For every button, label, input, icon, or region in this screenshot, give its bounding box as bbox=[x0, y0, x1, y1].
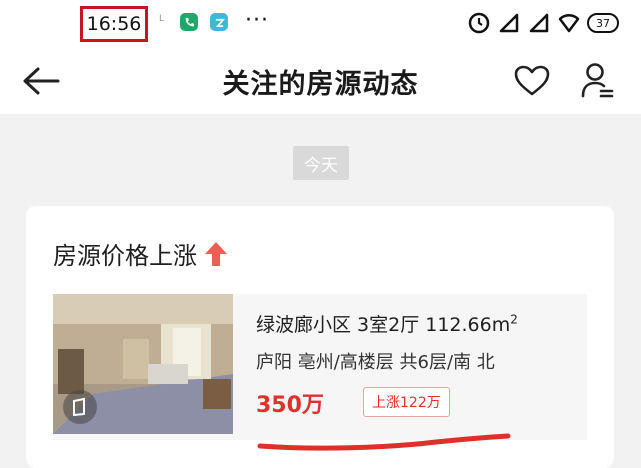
price-change-badge: 上涨122万 bbox=[363, 387, 450, 417]
status-l-label: L bbox=[159, 14, 165, 24]
chat-app-icon bbox=[210, 13, 228, 31]
listing-title: 绿波廊小区 3室2厅 112.66m2 bbox=[256, 312, 518, 336]
listing-location: 庐阳 亳州/高楼层 共6层/南 北 bbox=[256, 352, 495, 373]
battery-icon: 37 bbox=[587, 13, 619, 33]
signal-icon bbox=[497, 11, 521, 35]
listing-photo bbox=[53, 294, 233, 434]
area-unit-superscript: 2 bbox=[510, 312, 518, 327]
date-chip: 今天 bbox=[293, 146, 349, 180]
signal-2-icon bbox=[527, 11, 551, 35]
heart-icon bbox=[514, 65, 550, 96]
phone-app-icon bbox=[180, 13, 198, 31]
status-bar: 16:56 L ··· 37 bbox=[0, 0, 641, 48]
status-icons: 37 bbox=[467, 11, 619, 35]
price-up-arrow-icon bbox=[205, 241, 227, 266]
section-header: 房源价格上涨 bbox=[53, 236, 229, 271]
favorite-button[interactable] bbox=[512, 62, 552, 100]
user-list-icon bbox=[581, 63, 614, 98]
wifi-icon bbox=[557, 11, 581, 35]
listing-price: 350万 bbox=[256, 393, 324, 418]
red-underline-annotation bbox=[257, 433, 511, 451]
price-change-card: 房源价格上涨 绿波廊小区 3室2厅 112.66m2 庐阳 亳州/高楼层 共6层… bbox=[26, 206, 614, 468]
more-notifications-icon: ··· bbox=[245, 8, 269, 33]
nav-bar: 关注的房源动态 bbox=[0, 48, 641, 114]
status-time: 16:56 bbox=[80, 6, 148, 42]
section-title: 房源价格上涨 bbox=[53, 242, 197, 270]
vr-tour-icon[interactable] bbox=[63, 390, 97, 424]
alarm-icon bbox=[467, 11, 491, 35]
listing-item[interactable]: 绿波廊小区 3室2厅 112.66m2 庐阳 亳州/高楼层 共6层/南 北 35… bbox=[53, 294, 587, 440]
profile-button[interactable] bbox=[578, 60, 618, 102]
